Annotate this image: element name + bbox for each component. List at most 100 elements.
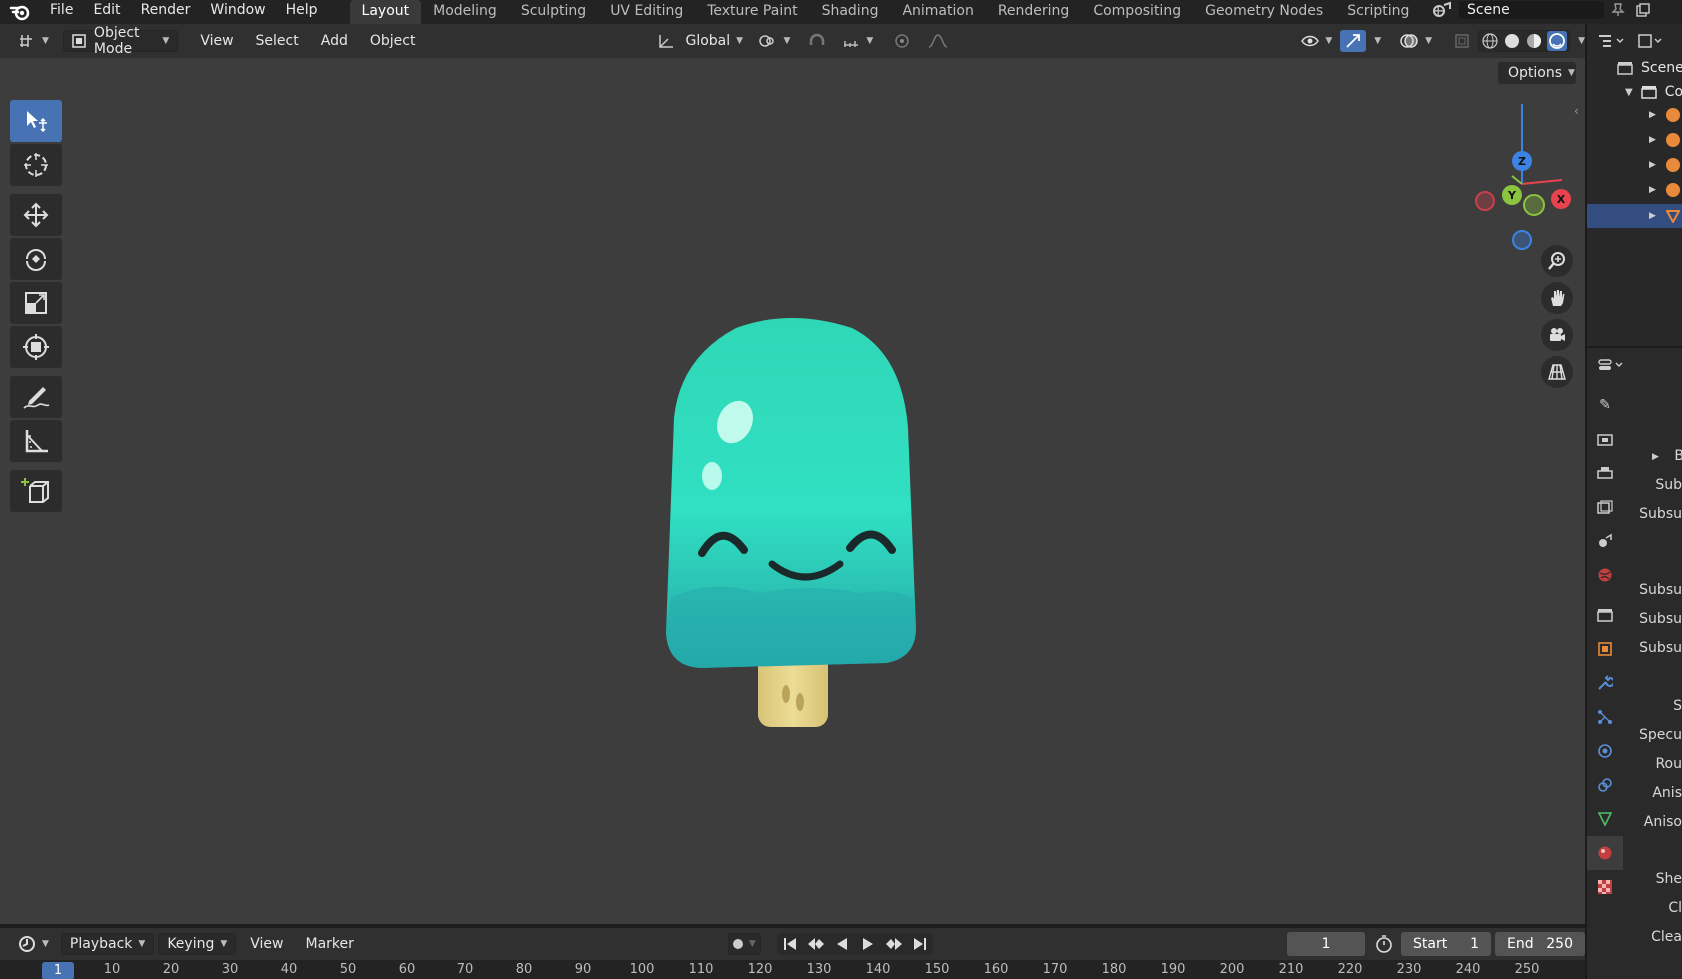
menu-window[interactable]: Window <box>200 0 275 24</box>
solid-shading-icon[interactable] <box>1503 32 1521 50</box>
properties-editor-icon[interactable] <box>1597 357 1627 373</box>
cursor-tool[interactable] <box>10 144 62 186</box>
snap-toggle[interactable] <box>800 30 834 52</box>
keying-menu[interactable]: Keying ▼ <box>158 933 237 955</box>
outliner-object-row[interactable]: ▶ <box>1649 183 1680 197</box>
options-dropdown[interactable]: Options ▼ <box>1498 62 1576 84</box>
perspective-toggle-button[interactable] <box>1541 356 1573 388</box>
tab-material[interactable] <box>1587 836 1623 870</box>
editor-type-button[interactable]: ▼ <box>10 30 57 52</box>
add-cube-tool[interactable] <box>10 470 62 512</box>
outliner-scene-row[interactable]: Scene <box>1617 60 1682 76</box>
menu-help[interactable]: Help <box>276 0 328 24</box>
start-frame-field[interactable]: Start 1 <box>1400 932 1491 956</box>
mode-selector[interactable]: Object Mode ▼ <box>62 25 179 57</box>
tab-scripting[interactable]: Scripting <box>1335 0 1421 24</box>
tab-constraints[interactable] <box>1587 768 1623 802</box>
menu-edit[interactable]: Edit <box>83 0 130 24</box>
menu-object[interactable]: Object <box>362 30 424 52</box>
outliner-object-row[interactable]: ▶ <box>1649 108 1680 122</box>
falloff-selector[interactable] <box>919 30 957 52</box>
menu-file[interactable]: File <box>40 0 83 24</box>
tab-animation[interactable]: Animation <box>890 0 985 24</box>
chevron-down-icon[interactable]: ▼ <box>1374 36 1381 46</box>
zoom-button[interactable] <box>1541 245 1573 277</box>
marker-menu[interactable]: Marker <box>298 933 362 955</box>
tab-render[interactable] <box>1587 422 1623 456</box>
filter-icon[interactable] <box>1637 33 1663 49</box>
current-frame-field[interactable]: 1 <box>1286 932 1365 956</box>
rendered-shading-icon[interactable] <box>1547 31 1568 51</box>
visibility-selector[interactable]: ▼ <box>1293 30 1340 52</box>
wireframe-shading-icon[interactable] <box>1481 32 1499 50</box>
menu-add[interactable]: Add <box>313 30 356 52</box>
tab-modeling[interactable]: Modeling <box>421 0 509 24</box>
gizmo-neg-x[interactable] <box>1475 191 1495 211</box>
expand-arrow-icon[interactable]: ▶ <box>1649 160 1656 170</box>
tab-modifiers[interactable] <box>1587 666 1623 700</box>
gizmo-y-axis[interactable]: Y <box>1502 185 1522 205</box>
tab-shading[interactable]: Shading <box>810 0 891 24</box>
next-keyframe-icon[interactable] <box>881 937 907 951</box>
menu-select[interactable]: Select <box>248 30 307 52</box>
play-reverse-icon[interactable] <box>829 937 855 951</box>
sidebar-toggle-arrow[interactable]: ‹ <box>1574 104 1579 118</box>
snap-target-selector[interactable]: ▼ <box>834 30 881 52</box>
annotate-tool[interactable] <box>10 376 62 418</box>
playback-menu[interactable]: Playback ▼ <box>60 933 155 955</box>
tab-world[interactable] <box>1587 558 1623 592</box>
tab-scene[interactable] <box>1587 524 1623 558</box>
tab-compositing[interactable]: Compositing <box>1081 0 1193 24</box>
tab-sculpting[interactable]: Sculpting <box>509 0 598 24</box>
chevron-down-icon[interactable]: ▼ <box>1578 36 1585 46</box>
move-tool[interactable] <box>10 194 62 236</box>
gizmo-neg-y[interactable] <box>1523 194 1545 216</box>
collapse-arrow-icon[interactable]: ▶ <box>1652 452 1659 462</box>
tab-tool[interactable]: ✎ <box>1587 388 1623 422</box>
gizmo-neg-z[interactable] <box>1512 230 1532 250</box>
tab-physics[interactable] <box>1587 734 1623 768</box>
tab-particles[interactable] <box>1587 700 1623 734</box>
tab-output[interactable] <box>1587 456 1623 490</box>
stopwatch-icon[interactable] <box>1375 935 1393 953</box>
outliner-object-row[interactable]: ▶ <box>1649 158 1680 172</box>
tab-uv-editing[interactable]: UV Editing <box>598 0 695 24</box>
outliner-collection-row[interactable]: ▼ Co <box>1625 84 1682 100</box>
auto-keying-toggle[interactable]: ▼ <box>727 933 761 955</box>
blender-logo-icon[interactable] <box>0 0 40 24</box>
measure-tool[interactable] <box>10 420 62 462</box>
current-frame-marker[interactable]: 1 <box>42 962 74 979</box>
outliner-display-icon[interactable] <box>1597 33 1627 49</box>
tab-layout[interactable]: Layout <box>349 0 422 24</box>
tab-object[interactable] <box>1587 632 1623 666</box>
pan-button[interactable] <box>1541 282 1573 314</box>
select-box-tool[interactable] <box>10 100 62 142</box>
gizmo-z-axis[interactable]: Z <box>1512 151 1532 171</box>
xray-toggle[interactable] <box>1446 30 1478 52</box>
tab-texture[interactable] <box>1587 870 1623 904</box>
expand-arrow-icon[interactable]: ▶ <box>1649 211 1656 221</box>
overlays-toggle[interactable]: ▼ <box>1391 30 1440 52</box>
outliner-object-row-selected[interactable]: ▶ <box>1587 204 1682 228</box>
jump-start-icon[interactable] <box>777 937 803 951</box>
expand-arrow-icon[interactable]: ▼ <box>1625 87 1633 98</box>
gizmo-toggle[interactable] <box>1340 30 1367 52</box>
camera-view-button[interactable] <box>1541 319 1573 351</box>
pivot-point-selector[interactable]: ▼ <box>749 30 798 52</box>
material-preview-icon[interactable] <box>1525 32 1543 50</box>
tab-collection[interactable] <box>1587 598 1623 632</box>
scale-tool[interactable] <box>10 282 62 324</box>
timeline-ruler[interactable]: 1 10 20 30 40 50 60 70 80 90 100 110 120… <box>0 960 1585 979</box>
menu-render[interactable]: Render <box>131 0 201 24</box>
menu-view[interactable]: View <box>192 30 241 52</box>
jump-end-icon[interactable] <box>907 937 933 951</box>
scene-name-field[interactable]: Scene <box>1459 1 1604 19</box>
rotate-tool[interactable] <box>10 238 62 280</box>
scene-icon[interactable] <box>1425 1 1459 19</box>
expand-arrow-icon[interactable]: ▶ <box>1649 110 1656 120</box>
tab-texture-paint[interactable]: Texture Paint <box>695 0 809 24</box>
tab-data[interactable] <box>1587 802 1623 836</box>
tab-rendering[interactable]: Rendering <box>986 0 1082 24</box>
3d-viewport[interactable]: Y X Z ‹ <box>0 58 1585 924</box>
transform-orientation-selector[interactable]: Global ▼ <box>649 30 743 52</box>
